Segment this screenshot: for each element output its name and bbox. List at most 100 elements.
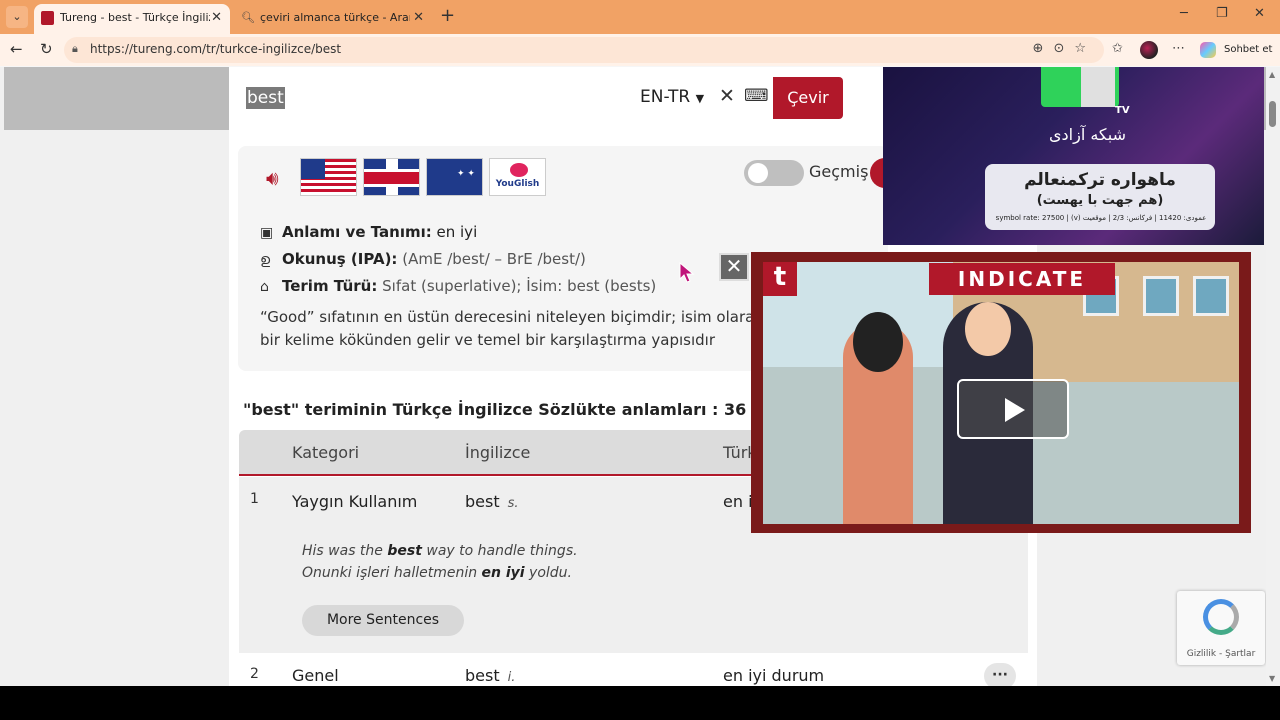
english-term[interactable]: best <box>465 492 500 511</box>
book-icon: ▣ <box>260 225 274 241</box>
meaning-value: en iyi <box>436 223 478 241</box>
header-category[interactable]: Kategori <box>292 443 359 462</box>
url-text[interactable]: https://tureng.com/tr/turkce-ingilizce/b… <box>90 42 341 56</box>
term-type-value: Sıfat (superlative); İsim: best (bests) <box>382 277 657 295</box>
term-type-row: ⌂ Terim Türü: Sıfat (superlative); İsim: … <box>260 277 656 295</box>
ad-panel-title: ماهواره ترکمنعالم <box>1024 170 1176 190</box>
tv-advertisement[interactable]: TV شبکه آزادی ماهواره ترکمنعالم (هم جهت … <box>883 67 1264 245</box>
address-bar-icons: ⊕⊙☆ <box>1033 41 1096 56</box>
tag-icon: ⌂ <box>260 279 269 295</box>
reload-button[interactable]: ↻ <box>40 40 53 58</box>
meaning-label: Anlamı ve Tanımı: <box>282 223 432 241</box>
scroll-up-icon[interactable]: ▲ <box>1269 70 1275 79</box>
youglish-button[interactable]: YouGlish <box>489 158 546 196</box>
search-bar: best EN-TR ▼ ✕ ⌨ Çevir <box>231 77 843 119</box>
page-scrollbar[interactable]: ▲ ▼ <box>1266 67 1280 686</box>
ad-panel-info: symbol rate: 27500 | (v) عمودی: 11420 | … <box>995 214 1207 222</box>
scroll-thumb[interactable] <box>1269 101 1276 127</box>
copilot-label: Sohbet et <box>1224 44 1273 55</box>
uk-flag-audio-button[interactable] <box>363 158 420 196</box>
minimize-button[interactable]: ─ <box>1180 6 1188 21</box>
speaker-icon[interactable]: 🔊︎ <box>266 166 279 190</box>
row-category: Genel <box>292 666 339 685</box>
recaptcha-badge[interactable]: Gizlilik - Şartlar <box>1177 591 1265 665</box>
window-illustration <box>1143 276 1179 316</box>
tab-actions-button[interactable]: ⌄ <box>6 6 28 28</box>
browser-window: ⌄ Tureng - best - Türkçe İngilizce Sö ✕ … <box>0 0 1280 686</box>
header-english[interactable]: İngilizce <box>465 443 530 462</box>
tureng-favicon-icon <box>41 11 54 25</box>
channel-logo <box>1041 67 1119 107</box>
row-number: 2 <box>250 666 259 682</box>
recaptcha-icon <box>1203 599 1239 635</box>
tab-title: çeviri almanca türkçe - Arama <box>260 11 410 24</box>
example-english: His was the best way to handle things. <box>302 543 578 559</box>
row-number: 1 <box>250 491 259 507</box>
au-flag-audio-button[interactable] <box>426 158 483 196</box>
row-turkish[interactable]: en i <box>723 492 753 511</box>
word-type-abbr: i. <box>507 670 516 685</box>
pronunciation-label: Okunuş (IPA): <box>282 250 398 268</box>
history-label: Geçmiş <box>809 162 869 181</box>
video-logo: t <box>763 262 797 296</box>
search-favicon-icon: 🔍︎ <box>241 11 255 24</box>
copilot-chat-button[interactable]: Sohbet et <box>1200 40 1276 60</box>
address-bar[interactable]: 🔒︎ https://tureng.com/tr/turkce-ingilizc… <box>64 37 1104 63</box>
scroll-down-icon[interactable]: ▼ <box>1269 674 1275 683</box>
row-english[interactable]: best i. <box>465 666 515 685</box>
english-term[interactable]: best <box>465 666 500 685</box>
example-text: His was the <box>302 543 388 559</box>
results-title: "best" teriminin Türkçe İngilizce Sözlük… <box>243 400 805 419</box>
pronunciation-value: (AmE /best/ – BrE /best/) <box>402 250 586 268</box>
window-illustration <box>1193 276 1229 316</box>
mouse-cursor-icon <box>679 262 695 283</box>
term-type-label: Terim Türü: <box>282 277 378 295</box>
keyboard-icon[interactable]: ⌨ <box>744 86 769 108</box>
play-button[interactable] <box>957 379 1069 439</box>
search-input[interactable]: best <box>246 87 285 109</box>
row-english[interactable]: best s. <box>465 492 519 511</box>
tab-tureng[interactable]: Tureng - best - Türkçe İngilizce Sö ✕ <box>34 4 230 34</box>
copilot-icon <box>1200 42 1216 58</box>
profile-avatar[interactable] <box>1140 41 1158 59</box>
history-toggle[interactable] <box>744 160 804 186</box>
tab-search[interactable]: 🔍︎ çeviri almanca türkçe - Arama ✕ <box>234 4 432 34</box>
translate-button[interactable]: Çevir <box>773 77 843 119</box>
back-button[interactable]: ← <box>10 40 23 58</box>
close-icon[interactable]: ✕ <box>413 4 424 32</box>
tv-label: TV <box>1115 105 1130 116</box>
chevron-down-icon: ▼ <box>695 92 705 105</box>
pronunciation-row: ഉ Okunuş (IPA): (AmE /best/ – BrE /best/) <box>260 250 586 268</box>
example-highlight: en iyi <box>481 565 525 581</box>
row-options-button[interactable]: ··· <box>984 663 1016 686</box>
close-icon[interactable]: ✕ <box>211 4 222 32</box>
language-select[interactable]: EN-TR ▼ <box>640 87 704 107</box>
tab-title: Tureng - best - Türkçe İngilizce Sö <box>60 11 210 24</box>
maximize-button[interactable]: ❐ <box>1216 6 1228 21</box>
row-turkish[interactable]: en iyi durum <box>723 666 824 685</box>
us-flag-audio-button[interactable] <box>300 158 357 196</box>
recaptcha-text[interactable]: Gizlilik - Şartlar <box>1177 649 1265 659</box>
close-window-button[interactable]: ✕ <box>1254 6 1265 21</box>
word-type-abbr: s. <box>507 496 519 511</box>
example-turkish: Onunki işleri halletmenin en iyi yoldu. <box>302 565 572 581</box>
favorites-icon[interactable]: ✩ <box>1112 41 1123 56</box>
clear-search-icon[interactable]: ✕ <box>719 85 735 107</box>
woman-illustration <box>843 312 913 524</box>
zoom-icon[interactable]: ⊕ <box>1033 41 1054 56</box>
video-banner: INDICATE <box>929 263 1115 295</box>
reader-icon[interactable]: ⊙ <box>1053 41 1074 56</box>
new-tab-button[interactable]: + <box>440 6 455 26</box>
language-value: EN-TR <box>640 87 691 107</box>
more-menu-icon[interactable]: ⋯ <box>1172 41 1185 56</box>
row-category: Yaygın Kullanım <box>292 492 418 511</box>
example-text: way to handle things. <box>421 543 578 559</box>
video-advertisement[interactable]: INDICATE t <box>751 252 1251 533</box>
favorite-star-icon[interactable]: ☆ <box>1074 41 1096 56</box>
video-frame: INDICATE t <box>763 262 1239 524</box>
example-text: Onunki işleri halletmenin <box>302 565 482 581</box>
close-video-ad-button[interactable]: ✕ <box>719 253 749 281</box>
address-toolbar: ← ↻ 🔒︎ https://tureng.com/tr/turkce-ingi… <box>0 34 1280 66</box>
more-sentences-button[interactable]: More Sentences <box>302 605 464 636</box>
example-text: yoldu. <box>524 565 573 581</box>
